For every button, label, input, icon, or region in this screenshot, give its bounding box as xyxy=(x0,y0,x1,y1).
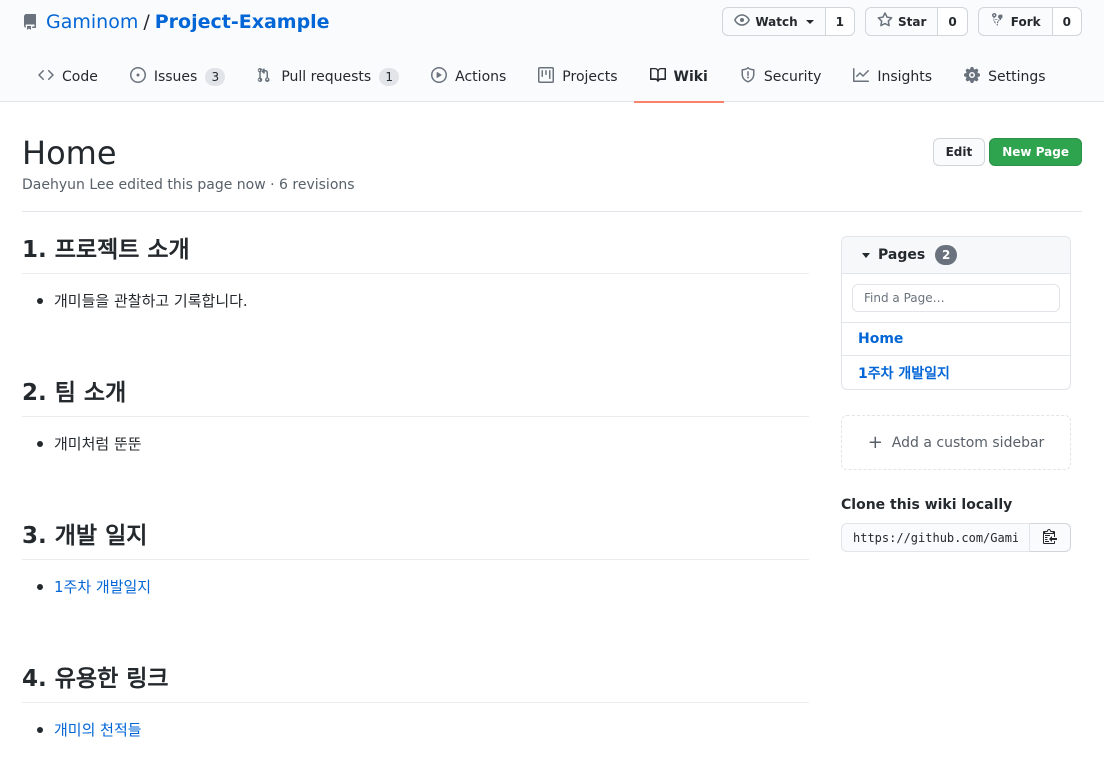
tab-actions[interactable]: Actions xyxy=(415,52,522,102)
tab-label: Insights xyxy=(877,69,933,85)
page-actions: Edit New Page xyxy=(932,138,1082,166)
tab-label: Issues xyxy=(153,69,198,85)
copy-button[interactable] xyxy=(1030,523,1071,552)
pages-toggle[interactable]: Pages 2 xyxy=(842,237,1070,274)
star-icon xyxy=(877,12,893,31)
tab-issues[interactable]: Issues 3 xyxy=(114,52,242,102)
tab-label: Settings xyxy=(988,69,1046,85)
tab-label: Code xyxy=(62,69,98,85)
pages-box: Pages 2 Home 1주차 개발일지 xyxy=(841,236,1071,390)
clone-url-input[interactable] xyxy=(841,523,1030,552)
watch-label: Watch xyxy=(755,14,798,29)
add-sidebar-label: Add a custom sidebar xyxy=(891,434,1045,451)
plus-icon: + xyxy=(867,432,883,453)
list-item: 개미들을 관찰하고 기록합니다. xyxy=(37,290,809,312)
page-item: 1주차 개발일지 xyxy=(842,356,1070,389)
list-item: 개미의 천적들 xyxy=(37,719,809,741)
fork-label: Fork xyxy=(1010,14,1041,29)
clipboard-icon xyxy=(1043,528,1057,548)
bullet-list: 개미의 천적들 xyxy=(22,719,809,741)
list-item: 1주차 개발일지 xyxy=(37,576,809,598)
clone-title: Clone this wiki locally xyxy=(841,497,1013,513)
pull-request-icon xyxy=(257,67,273,87)
graph-icon xyxy=(853,67,870,87)
clone-row xyxy=(841,523,1071,552)
section-heading: 4. 유용한 링크 xyxy=(22,661,809,703)
pull-requests-counter: 1 xyxy=(379,68,400,86)
list-item: 개미처럼 뚠뚠 xyxy=(37,433,809,455)
tab-label: Actions xyxy=(455,69,507,85)
shield-icon xyxy=(740,67,756,87)
page-meta[interactable]: Daehyun Lee edited this page now · 6 rev… xyxy=(22,177,355,193)
tab-projects[interactable]: Projects xyxy=(522,52,633,102)
edit-button[interactable]: Edit xyxy=(932,138,986,166)
find-page-input[interactable] xyxy=(852,284,1060,312)
pages-count: 2 xyxy=(935,245,958,265)
code-icon xyxy=(38,67,54,87)
section-heading: 1. 프로젝트 소개 xyxy=(22,232,809,274)
star-label: Star xyxy=(898,14,927,29)
page-title: Home xyxy=(22,134,117,172)
header-divider xyxy=(22,211,1082,212)
devlog-week1-link[interactable]: 1주차 개발일지 xyxy=(54,578,151,596)
tab-label: Security xyxy=(763,69,822,85)
star-group: Star 0 xyxy=(865,7,968,36)
fork-button[interactable]: Fork xyxy=(977,7,1053,36)
wiki-content: 1. 프로젝트 소개 개미들을 관찰하고 기록합니다. 2. 팀 소개 개미처럼… xyxy=(22,232,809,770)
fork-icon xyxy=(990,12,1006,31)
triangle-down-icon xyxy=(862,252,870,258)
bullet-list: 개미처럼 뚠뚠 xyxy=(22,433,809,455)
tab-settings[interactable]: Settings xyxy=(948,52,1061,102)
new-page-button[interactable]: New Page xyxy=(989,138,1082,166)
pages-label: Pages xyxy=(878,247,926,263)
watch-button[interactable]: Watch xyxy=(722,7,826,36)
tab-code[interactable]: Code xyxy=(22,52,114,102)
tab-label: Projects xyxy=(562,69,618,85)
eye-icon xyxy=(734,12,751,31)
play-icon xyxy=(431,67,448,87)
issue-icon xyxy=(129,67,146,87)
section-links: 4. 유용한 링크 개미의 천적들 xyxy=(22,661,809,770)
project-icon xyxy=(538,67,555,87)
ant-predators-link[interactable]: 개미의 천적들 xyxy=(54,721,142,739)
repo-title-separator: / xyxy=(143,11,150,33)
tab-label: Pull requests xyxy=(281,69,372,85)
star-count[interactable]: 0 xyxy=(938,7,968,36)
section-heading: 3. 개발 일지 xyxy=(22,518,809,560)
tab-pull-requests[interactable]: Pull requests 1 xyxy=(241,52,415,102)
page-item: Home xyxy=(842,323,1070,356)
tab-wiki[interactable]: Wiki xyxy=(633,52,725,103)
section-heading: 2. 팀 소개 xyxy=(22,375,809,417)
book-icon xyxy=(649,67,666,87)
bullet-list: 1주차 개발일지 xyxy=(22,576,809,598)
section-intro: 1. 프로젝트 소개 개미들을 관찰하고 기록합니다. xyxy=(22,232,809,375)
repo-icon xyxy=(22,14,38,30)
pages-filter xyxy=(842,274,1070,323)
repo-header: Gaminom / Project-Example Watch 1 Star 0 xyxy=(0,0,1104,103)
fork-group: Fork 0 xyxy=(977,7,1082,36)
tab-security[interactable]: Security xyxy=(724,52,838,102)
page-link-week1[interactable]: 1주차 개발일지 xyxy=(858,363,950,383)
add-custom-sidebar-button[interactable]: + Add a custom sidebar xyxy=(841,415,1071,470)
issues-counter: 3 xyxy=(205,68,226,86)
repo-title: Gaminom / Project-Example xyxy=(22,8,330,36)
tab-label: Wiki xyxy=(673,69,708,85)
bullet-list: 개미들을 관찰하고 기록합니다. xyxy=(22,290,809,312)
tab-insights[interactable]: Insights xyxy=(837,52,948,102)
watch-count[interactable]: 1 xyxy=(825,7,856,36)
fork-count[interactable]: 0 xyxy=(1052,7,1082,36)
repo-nav-tabs: Code Issues 3 Pull requests 1 Actions Pr… xyxy=(22,52,1062,103)
page-link-home[interactable]: Home xyxy=(858,331,903,347)
chevron-down-icon xyxy=(805,19,814,24)
section-devlog: 3. 개발 일지 1주차 개발일지 xyxy=(22,518,809,661)
watch-group: Watch 1 xyxy=(722,7,856,36)
wiki-sidebar: Pages 2 Home 1주차 개발일지 + Add a custom sid… xyxy=(841,236,1071,552)
gear-icon xyxy=(964,67,981,87)
repo-actions: Watch 1 Star 0 Fork 0 xyxy=(722,7,1082,36)
star-button[interactable]: Star xyxy=(865,7,939,36)
repo-owner-link[interactable]: Gaminom xyxy=(46,11,138,33)
repo-name-link[interactable]: Project-Example xyxy=(155,11,330,33)
section-team: 2. 팀 소개 개미처럼 뚠뚠 xyxy=(22,375,809,518)
